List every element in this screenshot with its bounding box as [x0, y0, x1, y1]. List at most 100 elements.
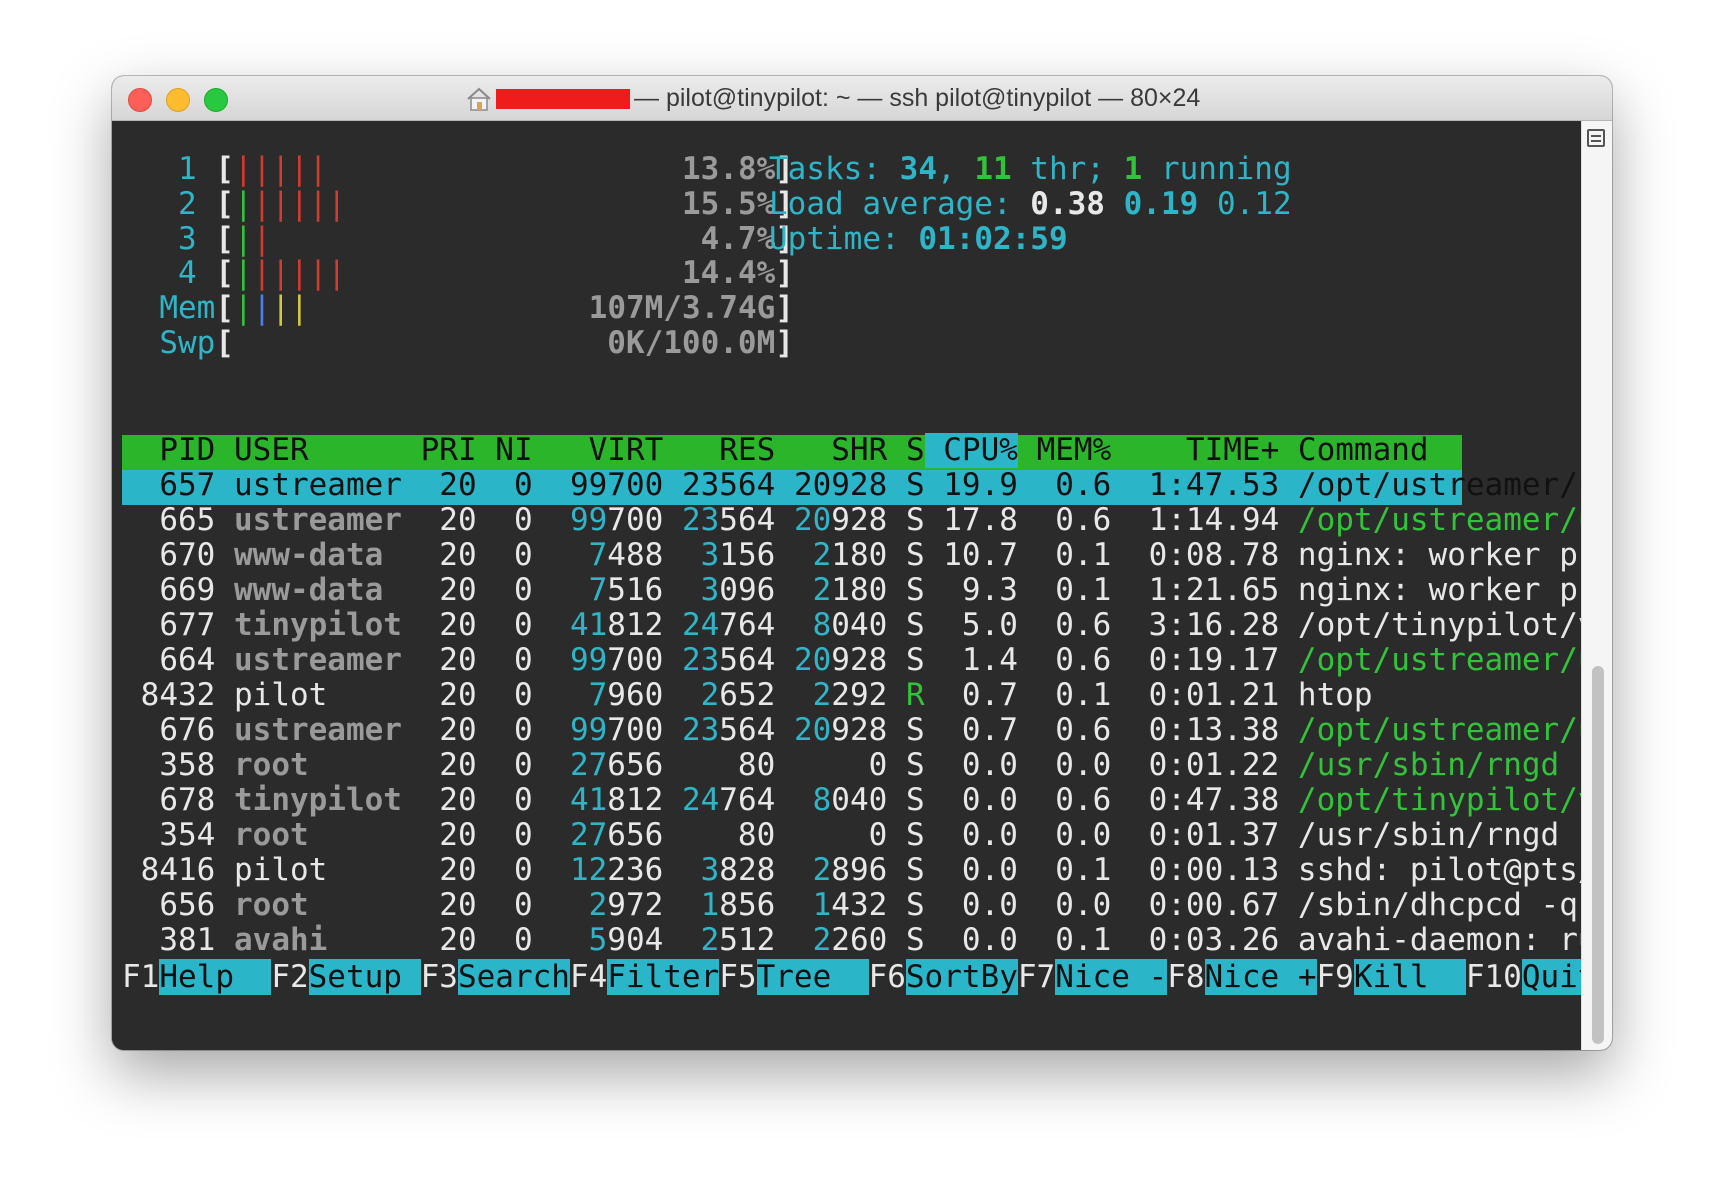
- fkey-label-f6[interactable]: SortBy: [905, 959, 1018, 995]
- shr-cell: 2180: [775, 538, 888, 573]
- terminal-content[interactable]: 1 [||||| 13.8%] 2 [|||||| 15.5%] 3 [|| 4…: [112, 121, 1612, 1050]
- number-units: 828: [719, 852, 776, 888]
- cpu-cell: 0.7: [924, 712, 1018, 748]
- meter-value: 107M/3.74G: [588, 290, 776, 327]
- column-header-s[interactable]: S: [887, 433, 925, 468]
- scroll-menu-icon[interactable]: [1587, 129, 1605, 147]
- fkey-label-f7[interactable]: Nice -: [1055, 959, 1168, 995]
- table-row[interactable]: 354 root 20 0 27656 80 0 S 0.0 0.0 0:01.…: [122, 818, 1612, 853]
- meter-label: Mem: [122, 290, 216, 327]
- cpu-cell: 0.0: [924, 782, 1018, 818]
- time-cell: 1:14.94: [1111, 502, 1280, 538]
- close-button[interactable]: [128, 88, 152, 112]
- process-table[interactable]: PID USER PRI NI VIRT RES SHR S CPU% MEM%…: [122, 433, 1612, 958]
- user-cell: pilot: [215, 677, 402, 713]
- column-header-pid[interactable]: PID: [122, 433, 215, 468]
- fkey-f8: F8: [1167, 959, 1205, 995]
- shr-cell: 2260: [775, 923, 888, 958]
- meter-pad: [271, 221, 700, 257]
- scrollbar[interactable]: [1581, 121, 1612, 1050]
- minimize-button[interactable]: [166, 88, 190, 112]
- column-header-mem[interactable]: MEM%: [1018, 433, 1112, 468]
- column-header-shr[interactable]: SHR: [775, 433, 887, 468]
- column-header-user[interactable]: USER: [215, 433, 402, 468]
- pri-cell: 20: [401, 712, 477, 748]
- fkey-label-f2[interactable]: Setup: [308, 959, 421, 995]
- number-thousands: 23: [663, 712, 720, 748]
- table-row[interactable]: 8416 pilot 20 0 12236 3828 2896 S 0.0 0.…: [122, 853, 1612, 888]
- number-thousands: 7: [532, 572, 608, 608]
- number-thousands: 7: [532, 677, 608, 713]
- virt-cell: 27656: [533, 748, 663, 783]
- cpu-meter-4: 4 [|||||| 14.4%]: [122, 254, 794, 292]
- column-header-res[interactable]: RES: [663, 433, 775, 468]
- res-cell: 2512: [663, 923, 776, 958]
- state-cell: S: [887, 817, 925, 853]
- fkey-label-f4[interactable]: Filter: [607, 959, 720, 995]
- fkey-f4: F4: [569, 959, 608, 995]
- meter-value: 0K/100.0M: [607, 325, 776, 361]
- column-header-pri[interactable]: PRI: [402, 433, 477, 468]
- column-header-cpu[interactable]: CPU%: [924, 433, 1018, 468]
- cpu-cell: 17.8: [924, 502, 1018, 538]
- table-row[interactable]: 664 ustreamer 20 0 99700 23564 20928 S 1…: [122, 643, 1612, 678]
- table-row[interactable]: 678 tinypilot 20 0 41812 24764 8040 S 0.…: [122, 783, 1612, 818]
- table-row[interactable]: 669 www-data 20 0 7516 3096 2180 S 9.3 0…: [122, 573, 1612, 608]
- number-units: 040: [831, 782, 888, 818]
- command-cell: /opt/ustreamer/us: [1279, 712, 1612, 748]
- pid-cell: 677: [122, 607, 216, 643]
- table-row-selected[interactable]: 657 ustreamer 20 0 99700 23564 20928 S 1…: [122, 468, 1612, 503]
- column-header-virt[interactable]: VIRT: [533, 433, 664, 468]
- number-value: 80: [663, 817, 776, 853]
- number-units: 656: [607, 817, 664, 853]
- column-header-time[interactable]: TIME+: [1111, 433, 1279, 468]
- tasks-line: Tasks: 34, 11 thr; 1 running: [769, 150, 1292, 188]
- res-cell: 23564: [663, 468, 775, 503]
- table-row[interactable]: 656 root 20 0 2972 1856 1432 S 0.0 0.0 0…: [122, 888, 1612, 923]
- number-thousands: 99: [532, 502, 608, 538]
- meter-bar: |: [234, 185, 253, 222]
- ni-cell: 0: [476, 537, 533, 573]
- title-bar[interactable]: — pilot@tinypilot: ~ — ssh pilot@tinypil…: [112, 76, 1612, 121]
- mem-cell: 0.1: [1017, 922, 1112, 958]
- table-row[interactable]: 677 tinypilot 20 0 41812 24764 8040 S 5.…: [122, 608, 1612, 643]
- meter-close-bracket: ]: [775, 325, 794, 361]
- column-header-ni[interactable]: NI: [477, 433, 532, 468]
- command-cell: nginx: worker pro: [1279, 572, 1612, 608]
- number-thousands: 41: [532, 782, 608, 818]
- meter-label: 1: [122, 151, 216, 187]
- pid-cell: 678: [122, 782, 216, 818]
- table-row[interactable]: 358 root 20 0 27656 80 0 S 0.0 0.0 0:01.…: [122, 748, 1612, 783]
- pri-cell: 20: [401, 782, 477, 818]
- fkey-label-f5[interactable]: Tree: [756, 959, 869, 995]
- state-cell: S: [887, 572, 925, 608]
- fkey-label-f9[interactable]: Kill: [1353, 959, 1466, 995]
- meter-bar: |: [252, 185, 272, 222]
- meter-bar: |: [252, 255, 272, 292]
- cpu-meter-1: 1 [||||| 13.8%]: [122, 150, 794, 188]
- fkey-label-f1[interactable]: Help: [159, 959, 272, 995]
- number-units: 856: [719, 887, 776, 923]
- number-thousands: 2: [775, 677, 832, 713]
- table-row[interactable]: 676 ustreamer 20 0 99700 23564 20928 S 0…: [122, 713, 1612, 748]
- sep: [1198, 186, 1217, 222]
- fkey-label-f8[interactable]: Nice +: [1204, 959, 1317, 995]
- table-row[interactable]: 381 avahi 20 0 5904 2512 2260 S 0.0 0.1 …: [122, 923, 1612, 958]
- zoom-button[interactable]: [204, 88, 228, 112]
- command-cell: /opt/tinypilot/ve: [1279, 607, 1612, 643]
- pri-cell: 20: [401, 677, 477, 713]
- number-units: 488: [607, 537, 664, 573]
- state-cell: S: [887, 467, 925, 503]
- column-header-command[interactable]: Command: [1279, 433, 1612, 468]
- number-units: 928: [831, 642, 888, 678]
- scrollbar-thumb[interactable]: [1592, 666, 1604, 1044]
- table-row[interactable]: 665 ustreamer 20 0 99700 23564 20928 S 1…: [122, 503, 1612, 538]
- user-cell: tinypilot: [215, 607, 402, 643]
- state-cell: S: [887, 747, 925, 783]
- fkey-label-f3[interactable]: Search: [457, 959, 570, 995]
- table-row[interactable]: 670 www-data 20 0 7488 3156 2180 S 10.7 …: [122, 538, 1612, 573]
- virt-cell: 99700: [532, 502, 663, 538]
- virt-cell: 99700: [533, 643, 663, 678]
- table-row[interactable]: 8432 pilot 20 0 7960 2652 2292 R 0.7 0.1…: [122, 678, 1612, 713]
- command-cell: /opt/ustreamer/us: [1279, 467, 1612, 503]
